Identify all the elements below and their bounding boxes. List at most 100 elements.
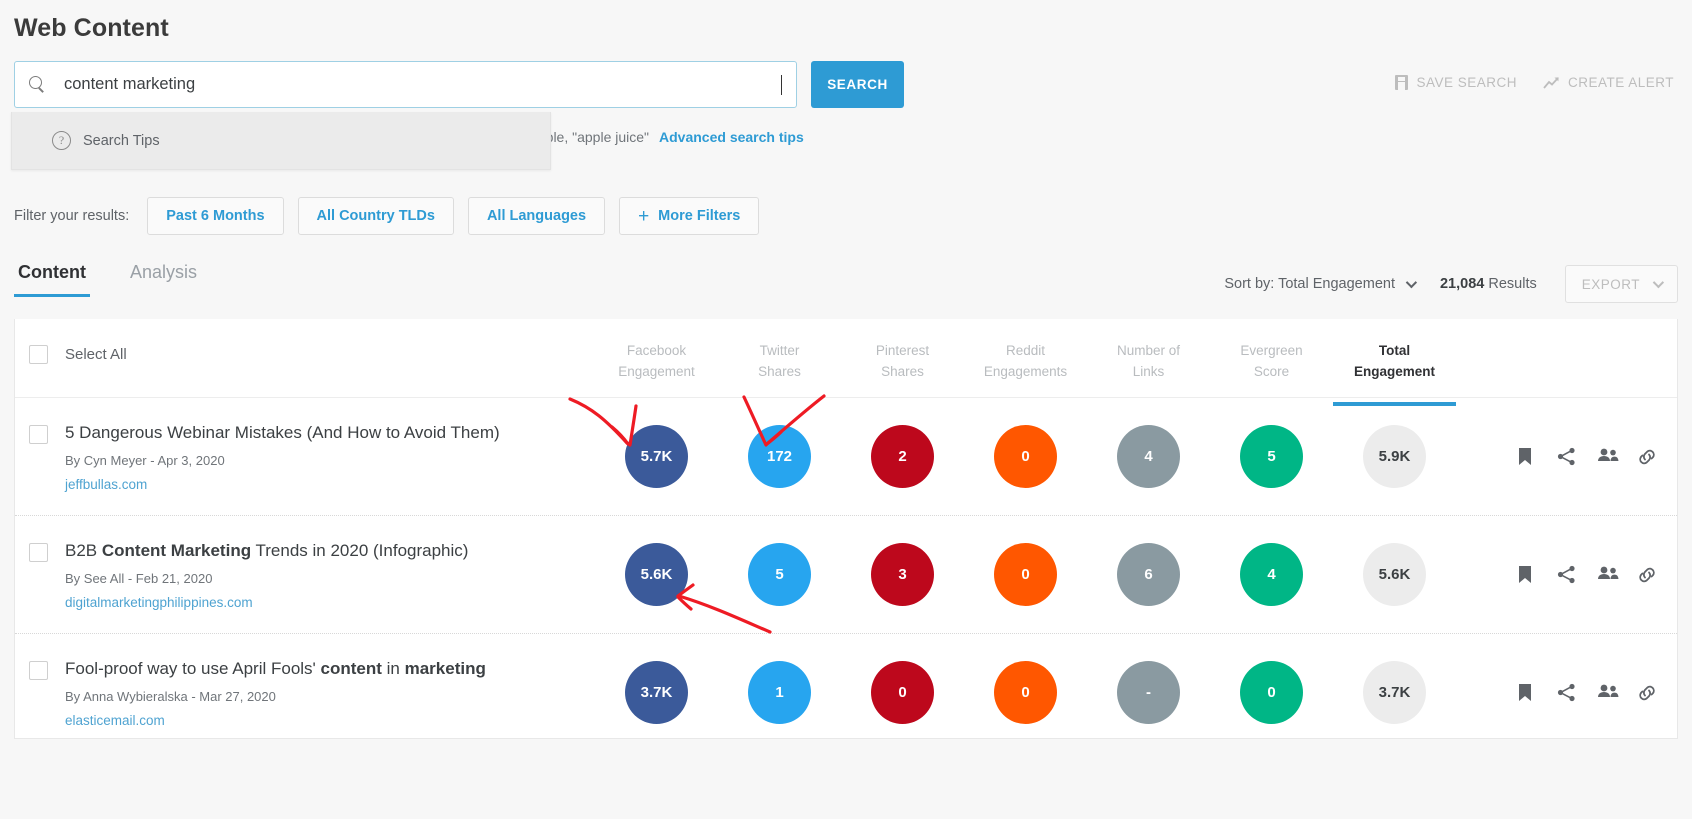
row-title-part: Trends in 2020 (Infographic) [251, 540, 469, 560]
metric-cell-reddit: 0 [964, 425, 1087, 488]
row-actions [1517, 683, 1657, 703]
column-header-facebook-line1: Facebook [626, 343, 687, 358]
metric-column-headers: Facebook Engagement Twitter Shares Pinte… [595, 319, 1456, 406]
select-all-checkbox[interactable] [29, 345, 48, 364]
column-header-links-line1: Number of [1116, 343, 1181, 358]
select-all-label: Select All [65, 346, 127, 363]
table-row[interactable]: B2B Content Marketing Trends in 2020 (In… [15, 515, 1677, 633]
column-header-pinterest-line1: Pinterest [875, 343, 930, 358]
share-icon[interactable] [1557, 565, 1577, 585]
create-alert-label: CREATE ALERT [1567, 75, 1674, 90]
metric-circle-links: 4 [1117, 425, 1180, 488]
select-all-control[interactable]: Select All [15, 319, 595, 364]
metric-circle-pinterest: 3 [871, 543, 934, 606]
filter-country-tlds-label: All Country TLDs [316, 208, 435, 224]
metric-circle-total: 5.6K [1363, 543, 1426, 606]
row-title[interactable]: B2B Content Marketing Trends in 2020 (In… [65, 539, 468, 563]
column-header-pinterest[interactable]: Pinterest Shares [841, 319, 964, 383]
export-button[interactable]: EXPORT [1564, 265, 1678, 303]
column-header-twitter[interactable]: Twitter Shares [718, 319, 841, 383]
tab-content[interactable]: Content [14, 262, 90, 297]
row-title-part: in [381, 658, 405, 678]
search-tips-dropdown[interactable]: ? Search Tips [11, 112, 551, 170]
export-label: EXPORT [1581, 276, 1640, 292]
search-button[interactable]: SEARCH [811, 61, 904, 108]
metric-circle-facebook: 3.7K [625, 661, 688, 724]
share-icon[interactable] [1557, 447, 1577, 467]
table-row[interactable]: Fool-proof way to use April Fools' conte… [15, 633, 1677, 738]
people-icon[interactable] [1597, 565, 1619, 585]
bookmark-icon[interactable] [1517, 447, 1537, 467]
web-content-page: Web Content SEARCH SAVE SEARCH CREATE AL… [0, 0, 1692, 819]
metric-cell-pinterest: 3 [841, 543, 964, 606]
filter-bar: Filter your results: Past 6 Months All C… [14, 197, 773, 235]
row-checkbox[interactable] [29, 424, 48, 444]
column-header-evergreen[interactable]: Evergreen Score [1210, 319, 1333, 383]
metric-circle-total: 3.7K [1363, 661, 1426, 724]
filter-more-filters-label: More Filters [658, 208, 741, 224]
people-icon[interactable] [1597, 683, 1619, 703]
row-domain-link[interactable]: jeffbullas.com [65, 477, 500, 492]
row-meta: By Anna Wybieralska - Mar 27, 2020 [65, 689, 276, 705]
link-icon[interactable] [1637, 447, 1657, 467]
filter-more-filters[interactable]: + More Filters [619, 197, 760, 235]
metric-cell-links: 6 [1087, 543, 1210, 606]
metric-cell-twitter: 172 [718, 425, 841, 488]
metric-circle-reddit: 0 [994, 425, 1057, 488]
column-header-reddit[interactable]: Reddit Engagements [964, 319, 1087, 383]
row-checkbox[interactable] [29, 542, 48, 562]
row-domain-link[interactable]: digitalmarketingphilippines.com [65, 595, 468, 610]
results-number: 21,084 [1439, 276, 1485, 292]
metric-cell-total: 3.7K [1333, 661, 1456, 724]
column-header-total-line2: Engagement [1353, 363, 1435, 379]
question-circle-icon: ? [52, 131, 71, 150]
filter-country-tlds[interactable]: All Country TLDs [297, 197, 454, 235]
row-title[interactable]: Fool-proof way to use April Fools' conte… [65, 657, 486, 681]
filter-languages[interactable]: All Languages [467, 197, 606, 235]
create-alert-button[interactable]: CREATE ALERT [1543, 75, 1674, 90]
advanced-search-tips-link[interactable]: Advanced search tips [659, 129, 804, 145]
metric-cell-evergreen: 4 [1210, 543, 1333, 606]
metric-cell-reddit: 0 [964, 661, 1087, 724]
save-search-button[interactable]: SAVE SEARCH [1395, 75, 1517, 90]
metric-circle-links: 6 [1117, 543, 1180, 606]
row-title[interactable]: 5 Dangerous Webinar Mistakes (And How to… [65, 421, 500, 445]
tab-analysis[interactable]: Analysis [126, 262, 201, 297]
filter-past-6-months[interactable]: Past 6 Months [147, 197, 284, 235]
metric-cell-links: 4 [1087, 425, 1210, 488]
metric-cell-pinterest: 2 [841, 425, 964, 488]
column-header-links-line2: Links [1132, 363, 1165, 379]
metric-cell-facebook: 5.7K [595, 425, 718, 488]
column-header-links[interactable]: Number of Links [1087, 319, 1210, 383]
metric-circle-evergreen: 4 [1240, 543, 1303, 606]
link-icon[interactable] [1637, 565, 1657, 585]
row-actions [1517, 565, 1657, 585]
metric-cell-evergreen: 5 [1210, 425, 1333, 488]
row-title-part: content [320, 658, 382, 678]
metric-circle-twitter: 5 [748, 543, 811, 606]
metric-circle-evergreen: 0 [1240, 661, 1303, 724]
sort-by-dropdown[interactable]: Sort by: Total Engagement [1224, 276, 1418, 292]
tab-analysis-label: Analysis [129, 262, 198, 282]
row-title-part: Content Marketing [101, 540, 252, 560]
share-icon[interactable] [1557, 683, 1577, 703]
link-icon[interactable] [1637, 683, 1657, 703]
chevron-down-icon [1405, 276, 1418, 289]
row-domain-link[interactable]: elasticemail.com [65, 713, 486, 728]
table-header: Select All Facebook Engagement Twitter S… [15, 319, 1677, 406]
metric-cell-facebook: 5.6K [595, 543, 718, 606]
column-header-facebook[interactable]: Facebook Engagement [595, 319, 718, 383]
row-checkbox[interactable] [29, 660, 48, 680]
bookmark-icon[interactable] [1517, 683, 1537, 703]
row-meta: By See All - Feb 21, 2020 [65, 571, 213, 587]
metric-circle-pinterest: 2 [871, 425, 934, 488]
metric-circle-pinterest: 0 [871, 661, 934, 724]
bookmark-icon[interactable] [1517, 565, 1537, 585]
people-icon[interactable] [1597, 447, 1619, 467]
table-row[interactable]: 5 Dangerous Webinar Mistakes (And How to… [15, 397, 1677, 515]
metric-cell-total: 5.9K [1333, 425, 1456, 488]
search-box[interactable] [14, 61, 797, 108]
search-input[interactable] [62, 62, 782, 107]
sort-bar: Sort by: Total Engagement 21,084 Results… [1224, 265, 1678, 303]
column-header-total-engagement[interactable]: Total Engagement [1333, 319, 1456, 406]
